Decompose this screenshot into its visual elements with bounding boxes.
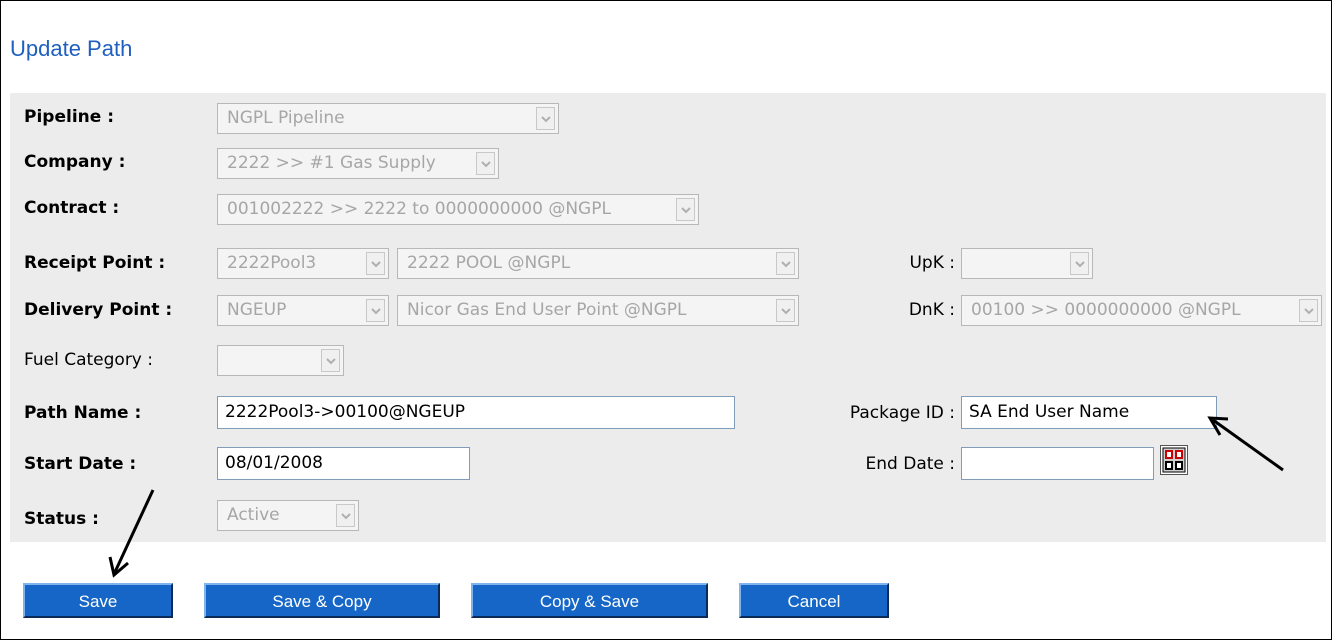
arrow-icon <box>1207 416 1284 472</box>
arrow-icon <box>108 489 155 578</box>
annotation-arrows <box>108 416 1284 578</box>
